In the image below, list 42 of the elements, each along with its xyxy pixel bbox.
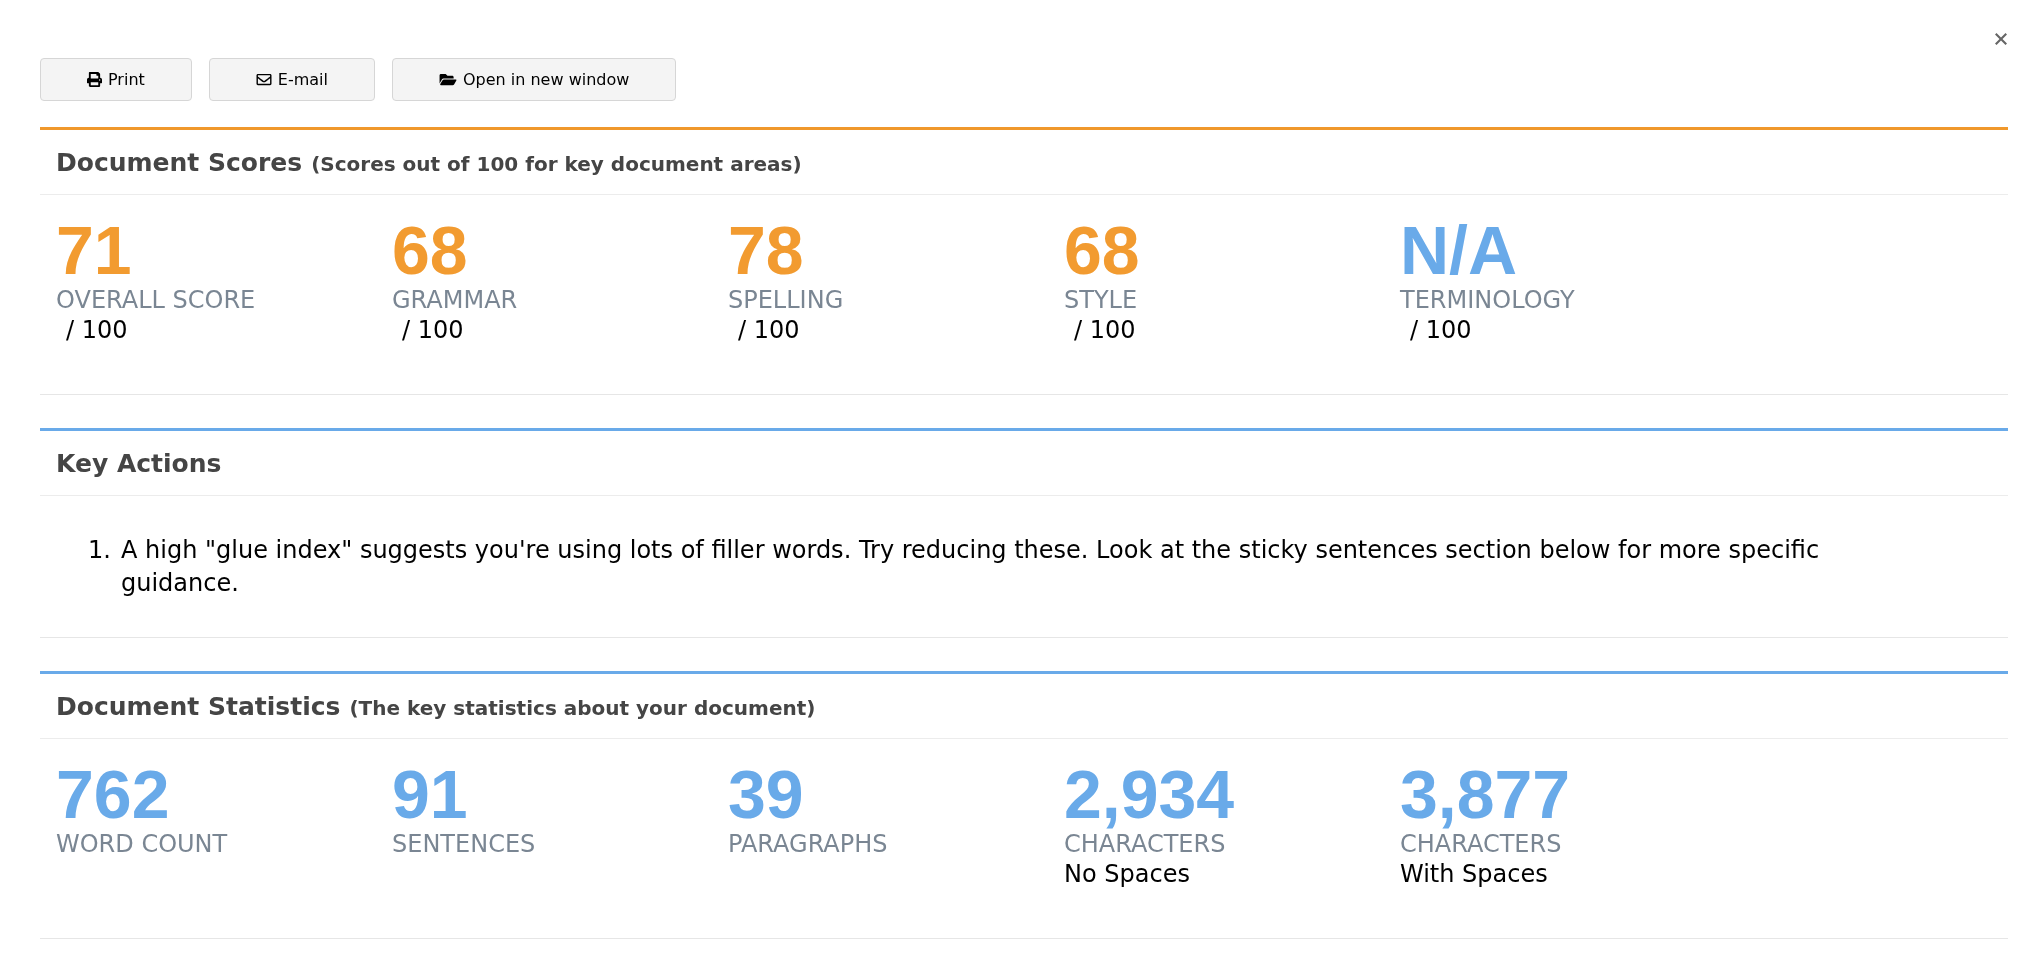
metric-value: 3,877	[1400, 760, 1571, 828]
toolbar-button[interactable]: Open in new window	[392, 58, 677, 101]
metric-label: CHARACTERS	[1400, 830, 1562, 858]
close-button[interactable]	[1995, 33, 2007, 45]
metric-note: / 100	[738, 316, 800, 344]
section-title: Key Actions	[56, 450, 222, 476]
metric-label: PARAGRAPHS	[728, 830, 888, 858]
metric-value: N/A	[1400, 216, 1518, 284]
toolbar-button[interactable]: E-mail	[208, 58, 375, 101]
metric-label: GRAMMAR	[392, 286, 518, 314]
action-text: A high "glue index" suggests you're using lots of filler words. Try reducing these. Look at the sticky sentences section below for more specific guidance.	[121, 535, 1821, 599]
metric-label: OVERALL SCORE	[56, 286, 256, 314]
toolbar-button[interactable]: Print	[40, 58, 192, 101]
metric-value: 39	[728, 760, 804, 828]
metric-label: CHARACTERS	[1064, 830, 1226, 858]
close-icon	[1995, 33, 2007, 45]
section-title: Document Scores	[56, 149, 303, 175]
metric-label: SENTENCES	[392, 830, 536, 858]
metric-label: WORD COUNT	[56, 830, 228, 858]
metric-note: / 100	[1410, 316, 1472, 344]
metric-value: 78	[728, 216, 804, 284]
metric-label: SPELLING	[728, 286, 844, 314]
metric-value: 68	[392, 216, 468, 284]
metric-value: 91	[392, 760, 468, 828]
metric-note: / 100	[1074, 316, 1136, 344]
metric-note: / 100	[402, 316, 464, 344]
section-subtitle: (Scores out of 100 for key document areas)	[311, 153, 802, 174]
section-title: Document Statistics	[56, 693, 341, 719]
metric-note: No Spaces	[1064, 860, 1190, 888]
metric-note: / 100	[66, 316, 128, 344]
metric-note: With Spaces	[1400, 860, 1548, 888]
metric-value: 2,934	[1064, 760, 1235, 828]
metric-value: 762	[56, 760, 170, 828]
section-subtitle: (The key statistics about your document)	[349, 697, 816, 718]
folder-icon	[439, 72, 457, 87]
envelope-icon	[255, 72, 272, 87]
list-number: 1.	[88, 535, 112, 566]
metric-label: STYLE	[1064, 286, 1138, 314]
printer-icon	[87, 72, 102, 87]
metric-value: 68	[1064, 216, 1140, 284]
metric-value: 71	[56, 216, 132, 284]
metric-label: TERMINOLOGY	[1400, 286, 1575, 314]
